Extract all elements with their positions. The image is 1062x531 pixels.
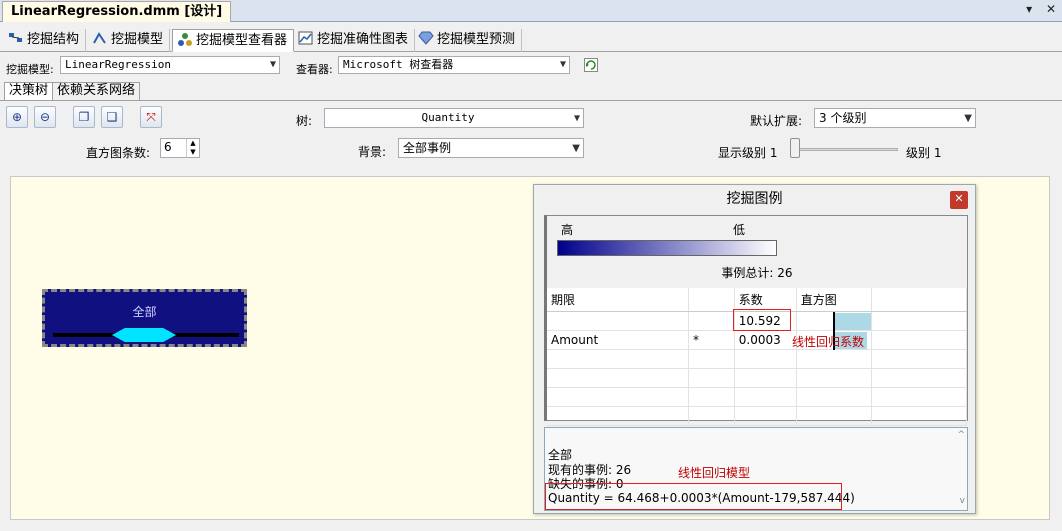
show-level-label: 显示级别 1 [718,146,778,160]
table-row [547,368,967,388]
table-row [547,387,967,407]
close-icon[interactable]: ✕ [1046,2,1056,16]
mining-structure-icon [8,31,24,45]
hist-bars-stepper[interactable]: 6 ▲ ▼ [160,138,200,158]
tab-prediction[interactable]: 挖掘模型预测 [414,29,523,52]
scroll-up-icon[interactable]: ^ [957,430,965,440]
tab-mining-structure[interactable]: 挖掘结构 [4,29,87,52]
legend-title: 挖掘图例 [726,191,783,207]
histogram-bar-positive [834,312,871,330]
zoom-in-icon: ⊕ [11,110,23,124]
table-row [547,406,967,426]
default-expand-select[interactable]: 3 个级别 ▼ [814,108,976,128]
coef-highlight-box [733,309,791,331]
formula-highlight-box [545,483,842,510]
tree-label: 树: [296,114,313,128]
pin-icon[interactable]: ▾ [1026,2,1032,16]
tab-decision-tree[interactable]: 决策树 [4,82,54,101]
column-header-histogram: 直方图 [796,288,873,312]
table-row: Amount * 0.0003 [547,330,967,350]
mining-model-label: 挖掘模型: [6,63,54,76]
histogram-cell [796,311,873,331]
prediction-icon [418,31,434,45]
accuracy-chart-icon [298,31,314,45]
model-viewer-icon [177,32,193,46]
chevron-down-icon: ▼ [559,59,566,70]
level-max-label: 级别 1 [906,146,942,160]
show-level-track [794,148,898,151]
copy-part-icon: ❑ [106,110,118,124]
column-header-blank [688,288,735,312]
scroll-down-icon[interactable]: v [960,496,965,506]
hist-bars-label: 直方图条数: [86,146,151,160]
zoom-in-button[interactable]: ⊕ [6,106,28,128]
tab-accuracy-chart[interactable]: 挖掘准确性图表 [294,29,416,52]
table-row [547,349,967,369]
coef-annotation: 线性回归系数 [792,335,865,349]
tab-mining-model[interactable]: 挖掘模型 [88,29,171,52]
column-header-term: 期限 [547,288,689,312]
background-label: 背景: [358,145,387,159]
divider [0,100,1062,101]
copy-graph-part-button[interactable]: ❑ [101,106,123,128]
designer-tabs: 挖掘结构 挖掘模型 挖掘模型查看器 挖掘准确性图表 挖掘模型预测 [0,28,1062,52]
close-icon[interactable]: ✕ [950,191,968,209]
legend-gradient-bar [557,240,777,256]
background-select[interactable]: 全部事例 ▼ [398,138,584,158]
viewer-select[interactable]: Microsoft 树查看器 ▼ [338,56,570,74]
copy-icon: ❐ [78,110,90,124]
zoom-out-icon: ⊖ [39,110,51,124]
show-level-slider-thumb[interactable] [790,138,800,158]
model-annotation: 线性回归模型 [678,466,751,480]
title-bar: LinearRegression.dmm [设计] ▾ ✕ [0,0,1062,22]
fit-to-window-button[interactable]: ⤧ [140,106,162,128]
tree-node-label: 全部 [132,305,157,319]
column-header-coefficient: 系数 [734,288,797,312]
viewer-label: 查看器: [296,63,333,76]
tree-node-all[interactable]: 全部 [42,289,247,347]
chevron-down-icon: ▼ [572,143,580,154]
tree-select[interactable]: Quantity ▼ [324,108,584,128]
document-tab[interactable]: LinearRegression.dmm [设计] [2,1,232,22]
legend-total-cases: 事例总计: 26 [721,266,793,280]
spin-arrows-icon[interactable]: ▲ ▼ [186,139,199,157]
chevron-down-icon: ▼ [269,59,276,70]
tab-model-viewer[interactable]: 挖掘模型查看器 [172,29,295,52]
mining-legend-window[interactable]: 挖掘图例 ✕ 高 低 事例总计: 26 期限 系数 直方图 10.592 Amo… [533,184,976,514]
default-expand-label: 默认扩展: [750,114,803,128]
legend-gradient-area: 高 低 事例总计: 26 [547,216,967,288]
refresh-icon[interactable] [584,58,598,72]
mining-model-select[interactable]: LinearRegression ▼ [60,56,280,74]
copy-graph-button[interactable]: ❐ [73,106,95,128]
mining-model-icon [92,31,108,45]
column-header-spacer [871,288,967,312]
zoom-out-button[interactable]: ⊖ [34,106,56,128]
window-controls: ▾ ✕ [1016,2,1056,16]
legend-high-label: 高 [561,223,574,237]
tab-dependency-network[interactable]: 依赖关系网络 [52,82,141,100]
legend-low-label: 低 [733,223,746,237]
chevron-down-icon: ▼ [573,113,580,124]
fit-window-icon: ⤧ [146,110,156,124]
table-header-row: 期限 系数 直方图 [547,288,967,312]
chevron-down-icon: ▼ [964,113,972,124]
tree-node-distribution-diamond [112,328,176,342]
coef-cell: 0.0003 [734,330,797,350]
